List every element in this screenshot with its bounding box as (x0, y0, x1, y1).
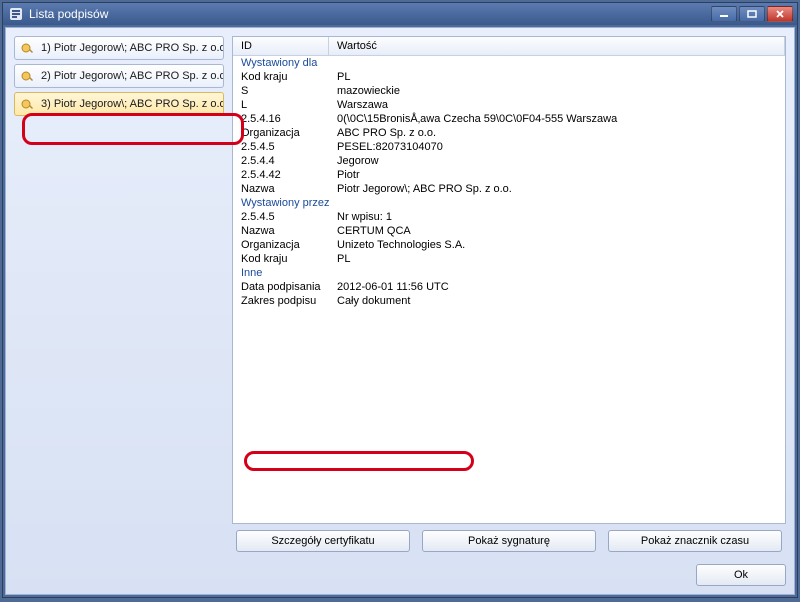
show-signature-button[interactable]: Pokaż sygnaturę (422, 530, 596, 552)
detail-value: Unizeto Technologies S.A. (329, 238, 785, 252)
action-buttons: Szczegóły certyfikatu Pokaż sygnaturę Po… (232, 524, 786, 554)
detail-row[interactable]: 2.5.4.5PESEL:82073104070 (233, 140, 785, 154)
detail-key: 2.5.4.4 (233, 154, 329, 168)
detail-row[interactable]: Smazowieckie (233, 84, 785, 98)
signature-list: 1) Piotr Jegorow\; ABC PRO Sp. z o.o. 2) … (14, 36, 224, 554)
minimize-button[interactable] (711, 6, 737, 22)
detail-value: Jegorow (329, 154, 785, 168)
window-title: Lista podpisów (29, 7, 108, 21)
signature-item-label: 1) Piotr Jegorow\; ABC PRO Sp. z o.o. (41, 42, 224, 54)
detail-key: Data podpisania (233, 280, 329, 294)
detail-key: Organizacja (233, 238, 329, 252)
detail-row[interactable]: OrganizacjaABC PRO Sp. z o.o. (233, 126, 785, 140)
detail-key: Kod kraju (233, 252, 329, 266)
close-button[interactable] (767, 6, 793, 22)
detail-value: 0(\0C\15BronisÅ‚awa Czecha 59\0C\0F04-55… (329, 112, 785, 126)
detail-value: mazowieckie (329, 84, 785, 98)
section-header: Inne (233, 266, 785, 280)
detail-key: 2.5.4.5 (233, 140, 329, 154)
detail-row[interactable]: 2.5.4.4Jegorow (233, 154, 785, 168)
detail-row[interactable]: 2.5.4.160(\0C\15BronisÅ‚awa Czecha 59\0C… (233, 112, 785, 126)
signature-item-3[interactable]: 3) Piotr Jegorow\; ABC PRO Sp. z o.o. (14, 92, 224, 116)
details-panel: ID Wartość Wystawiony dlaKod krajuPLSmaz… (232, 36, 786, 554)
ok-button[interactable]: Ok (696, 564, 786, 586)
signature-item-label: 3) Piotr Jegorow\; ABC PRO Sp. z o.o. (41, 98, 224, 110)
detail-row[interactable]: Zakres podpisuCały dokument (233, 294, 785, 308)
certificate-icon (21, 69, 35, 83)
section-header: Wystawiony przez (233, 196, 785, 210)
detail-value: Nr wpisu: 1 (329, 210, 785, 224)
detail-value: 2012-06-01 11:56 UTC (329, 280, 785, 294)
title-bar: Lista podpisów (3, 3, 797, 25)
dialog-footer: Ok (14, 560, 786, 586)
dialog-window: Lista podpisów 1) Piotr Jegorow\; ABC PR… (2, 2, 798, 598)
detail-key: 2.5.4.5 (233, 210, 329, 224)
detail-key: S (233, 84, 329, 98)
certificate-icon (21, 41, 35, 55)
detail-row[interactable]: 2.5.4.42Piotr (233, 168, 785, 182)
cert-details-button[interactable]: Szczegóły certyfikatu (236, 530, 410, 552)
signature-item-label: 2) Piotr Jegorow\; ABC PRO Sp. z o.o. (41, 70, 224, 82)
detail-row[interactable]: Kod krajuPL (233, 70, 785, 84)
detail-row[interactable]: Kod krajuPL (233, 252, 785, 266)
detail-key: 2.5.4.42 (233, 168, 329, 182)
detail-row[interactable]: OrganizacjaUnizeto Technologies S.A. (233, 238, 785, 252)
detail-value: Piotr (329, 168, 785, 182)
detail-key: Organizacja (233, 126, 329, 140)
signature-item-1[interactable]: 1) Piotr Jegorow\; ABC PRO Sp. z o.o. (14, 36, 224, 60)
detail-value: Cały dokument (329, 294, 785, 308)
detail-key: Nazwa (233, 182, 329, 196)
app-icon (9, 7, 23, 21)
details-rows[interactable]: Wystawiony dlaKod krajuPLSmazowieckieLWa… (233, 56, 785, 523)
detail-value: Warszawa (329, 98, 785, 112)
detail-value: PL (329, 252, 785, 266)
detail-row[interactable]: 2.5.4.5Nr wpisu: 1 (233, 210, 785, 224)
detail-key: 2.5.4.16 (233, 112, 329, 126)
detail-value: PESEL:82073104070 (329, 140, 785, 154)
client-area: 1) Piotr Jegorow\; ABC PRO Sp. z o.o. 2) … (5, 27, 795, 595)
detail-row[interactable]: Data podpisania2012-06-01 11:56 UTC (233, 280, 785, 294)
detail-key: L (233, 98, 329, 112)
detail-value: Piotr Jegorow\; ABC PRO Sp. z o.o. (329, 182, 785, 196)
show-timestamp-button[interactable]: Pokaż znacznik czasu (608, 530, 782, 552)
detail-value: ABC PRO Sp. z o.o. (329, 126, 785, 140)
detail-row[interactable]: NazwaCERTUM QCA (233, 224, 785, 238)
signature-item-2[interactable]: 2) Piotr Jegorow\; ABC PRO Sp. z o.o. (14, 64, 224, 88)
certificate-icon (21, 97, 35, 111)
section-header: Wystawiony dla (233, 56, 785, 70)
detail-key: Zakres podpisu (233, 294, 329, 308)
detail-row[interactable]: LWarszawa (233, 98, 785, 112)
detail-key: Nazwa (233, 224, 329, 238)
detail-value: PL (329, 70, 785, 84)
detail-key: Kod kraju (233, 70, 329, 84)
detail-value: CERTUM QCA (329, 224, 785, 238)
detail-row[interactable]: NazwaPiotr Jegorow\; ABC PRO Sp. z o.o. (233, 182, 785, 196)
column-id[interactable]: ID (233, 37, 329, 55)
column-value[interactable]: Wartość (329, 37, 785, 55)
maximize-button[interactable] (739, 6, 765, 22)
details-header: ID Wartość (233, 37, 785, 56)
